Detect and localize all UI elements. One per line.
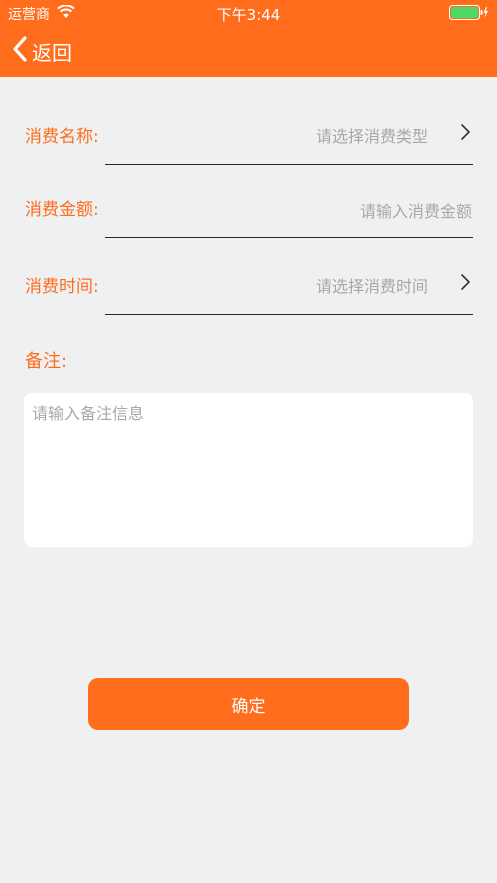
expense-time-label: 消费时间: [25,277,99,297]
status-time: 下午3:44 [216,6,281,24]
expense-time-row[interactable]: 消费时间: 请选择消费时间 [0,255,497,317]
status-bar: 运营商 下午3:44 [0,0,497,26]
expense-amount-label: 消费金额: [25,200,99,220]
header-bar: 运营商 下午3:44 返回 [0,0,497,77]
confirm-button[interactable]: 确定 [88,678,409,730]
remark-label: 备注: [25,351,68,372]
back-label: 返回 [32,40,72,65]
expense-amount-underline [105,237,473,238]
expense-type-underline [105,164,473,165]
expense-time-underline [105,314,473,315]
expense-type-label: 消费名称: [25,127,99,147]
remark-textarea[interactable] [24,393,473,547]
chevron-right-icon [459,123,471,145]
expense-type-value: 请选择消费类型 [315,127,428,146]
expense-time-value: 请选择消费时间 [315,277,428,296]
chevron-right-icon [459,273,471,295]
expense-amount-row: 消费金额: 请输入消费金额 [0,178,497,240]
back-button[interactable]: 返回 [12,34,72,68]
expense-amount-input[interactable]: 请输入消费金额 [360,198,472,222]
back-chevron-icon [12,36,28,66]
expense-type-row[interactable]: 消费名称: 请选择消费类型 [0,105,497,167]
battery-icon [449,5,489,24]
